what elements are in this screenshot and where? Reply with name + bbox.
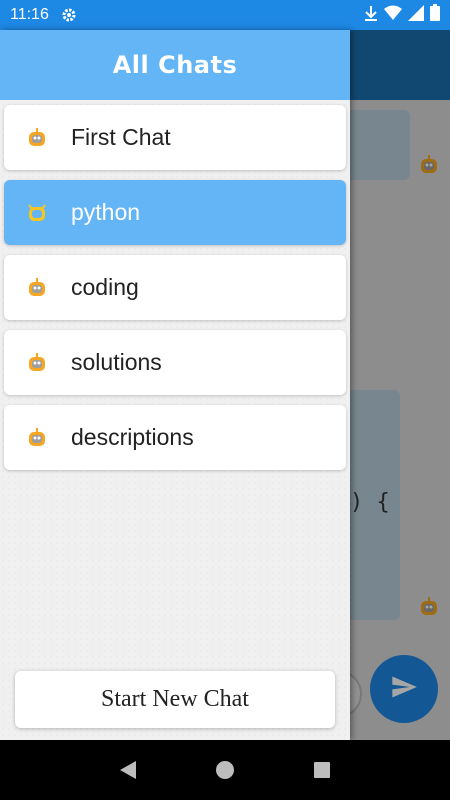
chat-item-label: solutions <box>71 349 162 375</box>
recents-icon[interactable] <box>302 750 342 790</box>
chat-item-first-chat[interactable]: First Chat <box>4 105 346 170</box>
start-new-chat-button[interactable]: Start New Chat <box>15 671 335 728</box>
chat-item-python[interactable]: python <box>4 180 346 245</box>
chat-item-label: descriptions <box>71 424 194 450</box>
robot-icon <box>26 202 48 224</box>
chat-item-coding[interactable]: coding <box>4 255 346 320</box>
drawer-title: All Chats <box>112 51 238 79</box>
settings-gear-icon <box>61 7 77 23</box>
chat-item-descriptions[interactable]: descriptions <box>4 405 346 470</box>
status-bar: 11:16 <box>0 0 450 30</box>
chat-item-label: python <box>71 199 141 225</box>
wifi-icon <box>384 5 402 26</box>
chats-drawer: All Chats First Chat python coding solut… <box>0 30 350 740</box>
robot-icon <box>26 127 48 149</box>
back-icon[interactable] <box>108 750 148 790</box>
drawer-header: All Chats <box>0 30 350 100</box>
chat-item-label: coding <box>71 274 139 300</box>
signal-icon <box>408 4 424 26</box>
download-icon <box>364 5 378 26</box>
robot-icon <box>26 427 48 449</box>
robot-icon <box>26 277 48 299</box>
home-icon[interactable] <box>205 750 245 790</box>
chat-item-solutions[interactable]: solutions <box>4 330 346 395</box>
system-nav-bar <box>0 740 450 800</box>
status-indicators <box>364 4 440 26</box>
chat-item-label: First Chat <box>71 124 171 150</box>
chat-list: First Chat python coding solutions descr <box>0 100 350 470</box>
robot-icon <box>26 352 48 374</box>
status-time: 11:16 <box>10 6 49 23</box>
battery-icon <box>430 4 440 26</box>
